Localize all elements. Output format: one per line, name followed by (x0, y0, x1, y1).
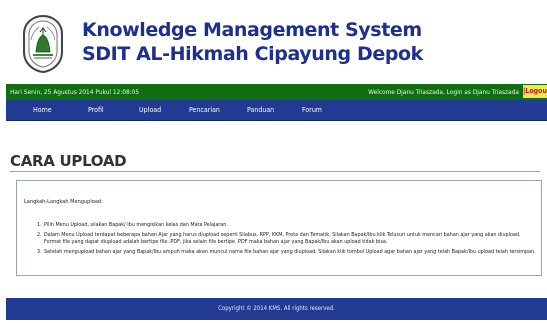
instruction-step-text: Pilih Menu Upload, silakan Bapak/ Ibu me… (44, 222, 228, 228)
main-nav: Home Profil Upload Pencarian Panduan For… (6, 100, 547, 121)
status-bar: Hari Senin, 25 Agustus 2014 Pukul 12:08:… (6, 84, 547, 100)
site-header: Knowledge Management System SDIT AL-Hikm… (0, 0, 547, 84)
site-title-line2: SDIT AL-Hikmah Cipayung Depok (82, 43, 423, 65)
instruction-step-text: Setelah mengupload bahan ajar yang Bapak… (44, 248, 536, 255)
copyright-text: Copyright © 2014 KMS. All rights reserve… (218, 305, 335, 312)
page-title: CARA UPLOAD (10, 152, 127, 170)
logout-button[interactable]: |Logout (523, 85, 547, 98)
site-footer: Copyright © 2014 KMS. All rights reserve… (6, 298, 547, 320)
nav-item-upload[interactable]: Upload (139, 106, 161, 114)
instruction-step: 2. Dalam Menu Upload terdapat beberapa ba… (37, 231, 521, 246)
nav-item-pencarian[interactable]: Pencarian (189, 106, 220, 114)
instructions-panel: Langkah-Langkah Mengupload: 1. Pilih Menu… (16, 180, 542, 276)
instruction-step: 3. Setelah mengupload bahan ajar yang Bap… (37, 248, 536, 255)
datetime-text: Hari Senin, 25 Agustus 2014 Pukul 12:08:… (10, 88, 140, 96)
nav-item-panduan[interactable]: Panduan (247, 106, 274, 114)
site-title-block: Knowledge Management System SDIT AL-Hikm… (82, 18, 423, 66)
instructions-intro: Langkah-Langkah Mengupload: (24, 199, 103, 205)
school-emblem-icon (22, 14, 64, 74)
welcome-text: Welcome Djanu Triaszada, Login as Djanu … (368, 88, 519, 96)
instructions-list: 1. Pilih Menu Upload, silakan Bapak/ Ibu … (37, 222, 537, 258)
nav-item-forum[interactable]: Forum (302, 106, 322, 114)
site-title-line1: Knowledge Management System (82, 19, 422, 41)
nav-item-home[interactable]: Home (33, 106, 52, 114)
title-divider (10, 171, 540, 172)
nav-item-profil[interactable]: Profil (88, 106, 104, 114)
instruction-step-text: Dalam Menu Upload terdapat beberapa baha… (44, 231, 521, 246)
instruction-step: 1. Pilih Menu Upload, silakan Bapak/ Ibu … (37, 222, 228, 228)
